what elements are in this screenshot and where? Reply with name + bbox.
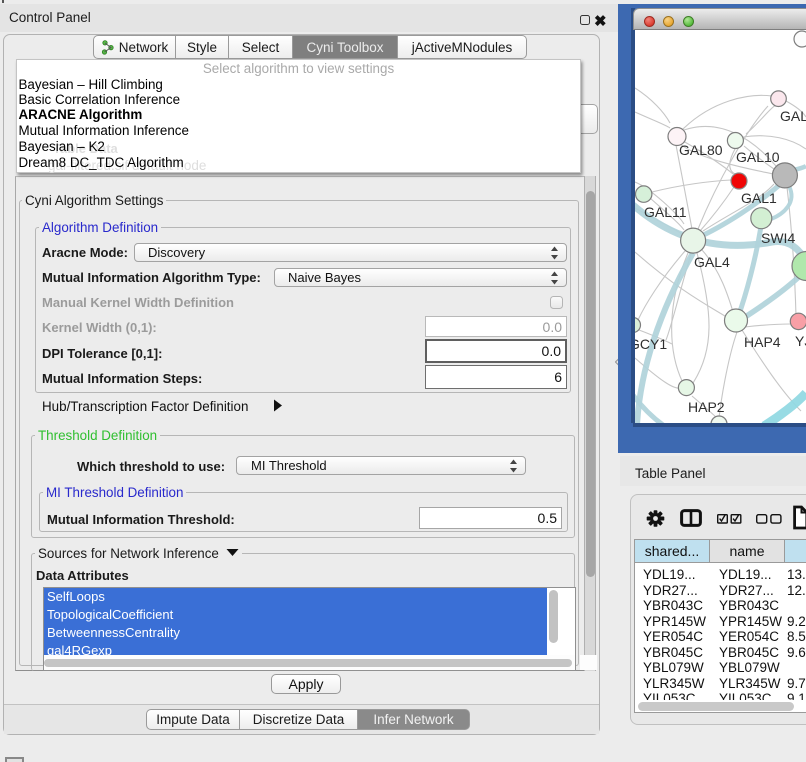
svg-text:YJ: YJ (795, 333, 806, 349)
svg-text:GAL7: GAL7 (780, 108, 806, 124)
svg-text:HAP4: HAP4 (744, 334, 781, 350)
svg-text:GAL80: GAL80 (679, 142, 723, 158)
svg-text:GAL4: GAL4 (694, 254, 730, 270)
svg-text:GAL10: GAL10 (736, 149, 780, 165)
svg-text:GAL1: GAL1 (741, 190, 777, 206)
svg-text:GAL11: GAL11 (644, 204, 687, 220)
svg-text:GCY1: GCY1 (635, 336, 667, 352)
svg-text:HAP2: HAP2 (688, 399, 725, 415)
svg-text:SWI4: SWI4 (761, 230, 795, 246)
